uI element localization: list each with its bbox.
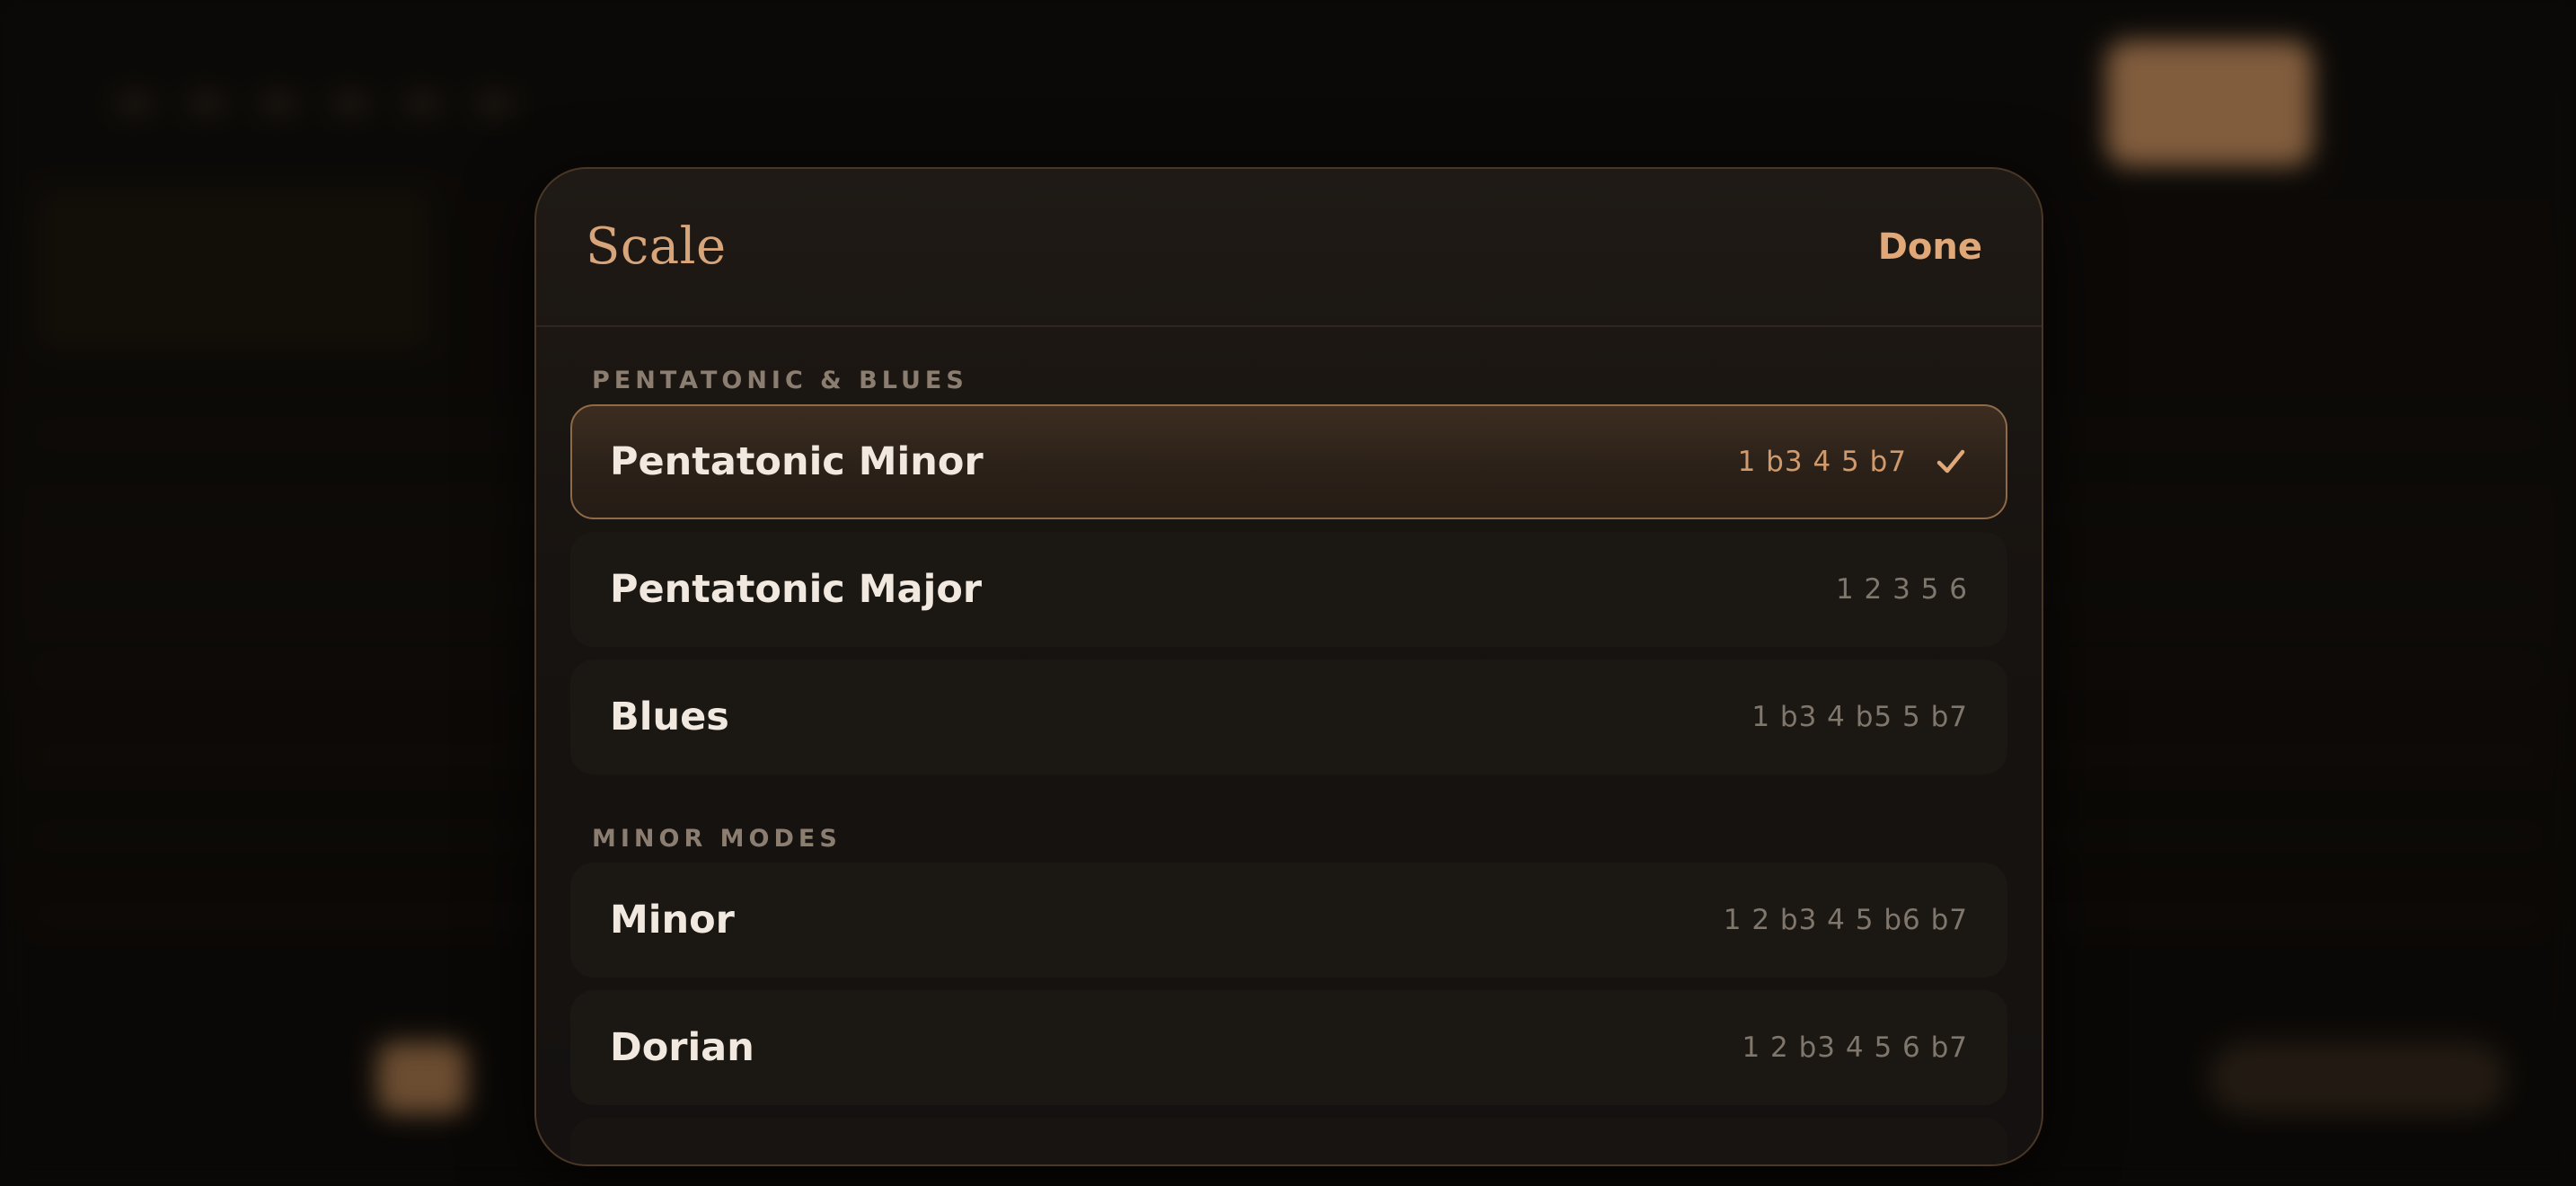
scale-name: Blues (610, 695, 729, 739)
check-icon (1936, 449, 1965, 474)
scale-list: PENTATONIC & BLUES Pentatonic Minor 1 b3… (536, 327, 2042, 1164)
scale-option-pentatonic-minor[interactable]: Pentatonic Minor 1 b3 4 5 b7 (570, 404, 2007, 519)
scale-option-minor[interactable]: Minor 1 2 b3 4 5 b6 b7 (570, 863, 2007, 978)
scale-name: Minor (610, 898, 735, 943)
background-toolbar-item (189, 94, 225, 112)
scale-degrees: 1 2 3 5 6 (1835, 573, 1968, 606)
background-pill-button (2210, 1042, 2506, 1114)
background-accent-chip (377, 1042, 467, 1114)
scale-option-pentatonic-major[interactable]: Pentatonic Major 1 2 3 5 6 (570, 532, 2007, 647)
scale-degrees: 1 b3 4 5 b7 (1737, 446, 1907, 478)
scale-name: Dorian (610, 1025, 754, 1070)
done-button[interactable]: Done (1878, 226, 1982, 268)
scale-option-dorian[interactable]: Dorian 1 2 b3 4 5 6 b7 (570, 990, 2007, 1105)
modal-title: Scale (586, 217, 727, 276)
scale-degrees: 1 2 b3 4 5 b6 b7 (1723, 904, 1968, 936)
scale-degrees: 1 2 b3 4 5 6 b7 (1742, 1031, 1968, 1064)
scale-picker-modal: Scale Done PENTATONIC & BLUES Pentatonic… (534, 167, 2043, 1166)
modal-header: Scale Done (536, 169, 2042, 327)
scale-option-blues[interactable]: Blues 1 b3 4 b5 5 b7 (570, 659, 2007, 774)
background-accent-button (2106, 40, 2313, 166)
scale-option-partial[interactable] (570, 1118, 2007, 1164)
background-panel (36, 189, 431, 350)
section-label-pentatonic-blues: PENTATONIC & BLUES (592, 367, 968, 394)
section-label-minor-modes: MINOR MODES (592, 825, 842, 853)
background-toolbar-item (332, 94, 368, 112)
background-toolbar-item (117, 94, 153, 112)
background-toolbar-item (260, 94, 296, 112)
scale-name: Pentatonic Major (610, 567, 983, 612)
scale-degrees: 1 b3 4 b5 5 b7 (1751, 701, 1968, 733)
background-toolbar-item (476, 94, 512, 112)
background-toolbar-item (404, 94, 440, 112)
scale-name: Pentatonic Minor (610, 439, 984, 484)
